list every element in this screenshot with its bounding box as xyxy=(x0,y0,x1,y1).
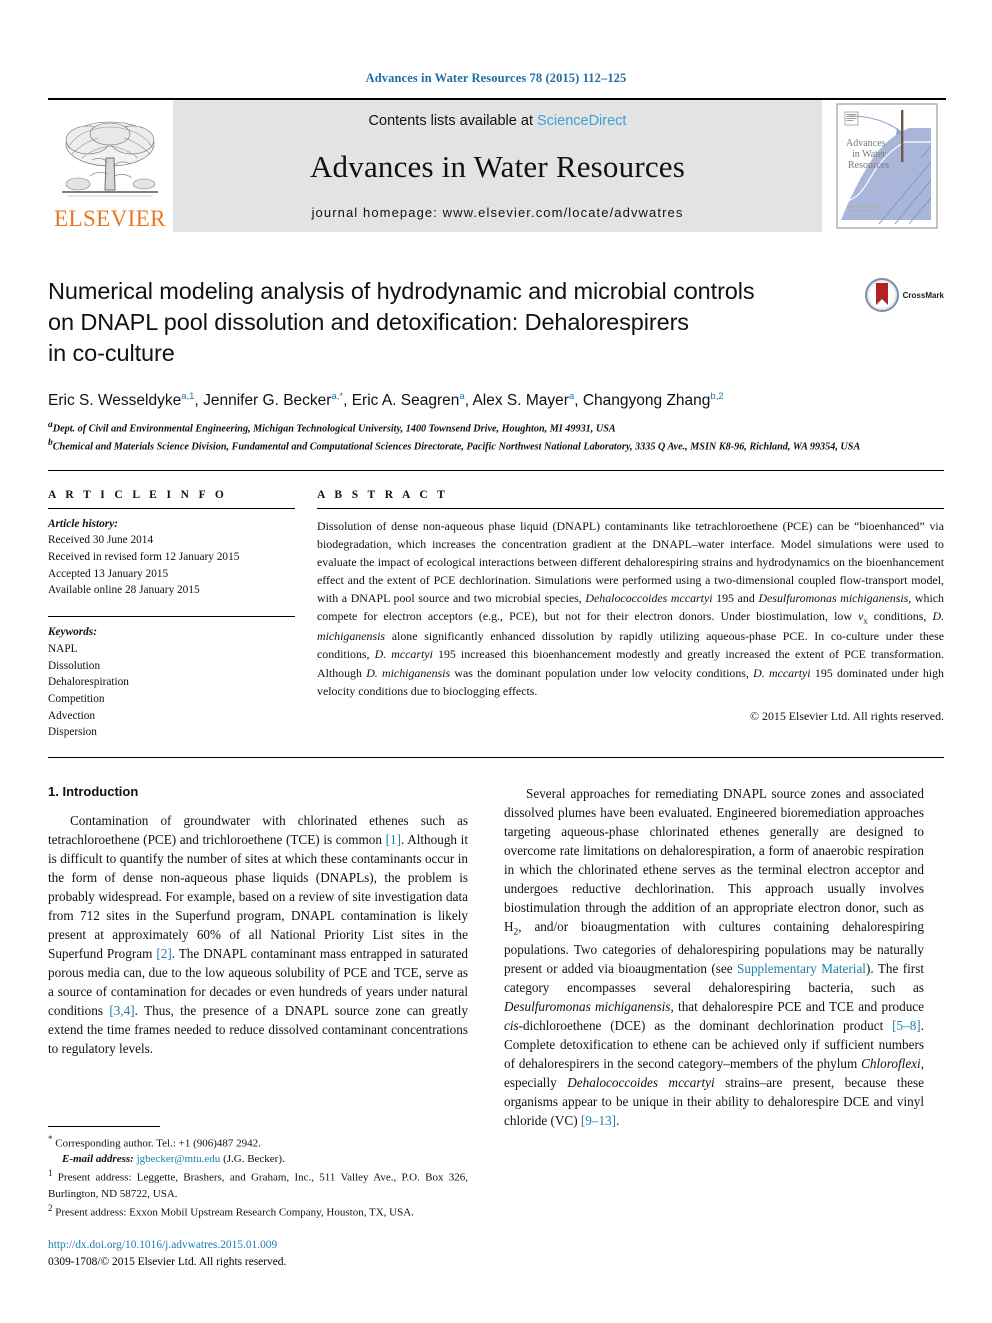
title-block: Numerical modeling analysis of hydrodyna… xyxy=(48,276,944,369)
footnote-divider xyxy=(48,1125,160,1127)
keyword-4: Advection xyxy=(48,709,96,722)
footnote-note-1-text: Present address: Leggette, Brashers, and… xyxy=(48,1171,469,1201)
cover-title-line-2: in Water xyxy=(852,149,886,160)
contents-available-line: Contents lists available at ScienceDirec… xyxy=(369,113,627,129)
author-3-marks: a xyxy=(568,391,575,403)
crossmark-icon xyxy=(864,278,899,312)
footnote-email-suffix: (J.G. Becker). xyxy=(223,1153,285,1166)
doi-link[interactable]: http://dx.doi.org/10.1016/j.advwatres.20… xyxy=(48,1237,468,1254)
elsevier-wordmark: ELSEVIER xyxy=(54,206,166,231)
footnote-block: * Corresponding author. Tel.: +1 (906)48… xyxy=(48,1125,468,1271)
crossmark-badge[interactable]: CrossMark xyxy=(864,278,944,312)
section-heading-introduction: 1. Introduction xyxy=(48,784,139,800)
footnote-note-1: 1 Present address: Leggette, Brashers, a… xyxy=(48,1167,468,1202)
footnote-email: E-mail address: jgbecker@mtu.edu (J.G. B… xyxy=(48,1151,468,1167)
article-info-column: A R T I C L E I N F O Article history: R… xyxy=(48,489,295,742)
article-title-line-1: Numerical modeling analysis of hydrodyna… xyxy=(48,278,755,304)
footnote-mark-2: 2 xyxy=(48,1203,53,1214)
keyword-5: Dispersion xyxy=(48,726,97,739)
journal-homepage-link[interactable]: journal homepage: www.elsevier.com/locat… xyxy=(312,205,684,220)
info-abstract-band: A R T I C L E I N F O Article history: R… xyxy=(48,469,944,742)
footnote-mark-1: 1 xyxy=(48,1168,53,1179)
author-1-name: Jennifer G. Becker xyxy=(203,392,332,410)
band-bottom-rule xyxy=(48,757,944,759)
footnote-email-label: E-mail address: xyxy=(62,1153,134,1166)
keyword-2: Dehalorespiration xyxy=(48,676,129,689)
author-2: Eric A. Seagrena xyxy=(351,391,465,410)
author-2-name: Eric A. Seagren xyxy=(351,392,460,410)
issn-copyright-line: 0309-1708/© 2015 Elsevier Ltd. All right… xyxy=(48,1255,287,1268)
author-3-name: Alex S. Mayer xyxy=(472,392,569,410)
author-4-marks: b,2 xyxy=(710,391,724,403)
article-title-line-2: on DNAPL pool dissolution and detoxifica… xyxy=(48,309,689,336)
footnote-note-2: 2 Present address: Exxon Mobil Upstream … xyxy=(48,1202,468,1221)
abstract-heading: A B S T R A C T xyxy=(317,488,449,501)
article-info-heading: A R T I C L E I N F O xyxy=(48,488,228,501)
paper-page: Advances in Water Resources 78 (2015) 11… xyxy=(0,0,992,1323)
cover-title-line-3: Resources xyxy=(848,160,889,171)
journal-cover-thumbnail: Advances in Water Resources xyxy=(828,100,946,232)
affiliation-a: aDept. of Civil and Environmental Engine… xyxy=(48,419,944,437)
keyword-1: Dissolution xyxy=(48,659,101,672)
abstract-text: Dissolution of dense non-aqueous phase l… xyxy=(317,518,945,698)
author-1-marks: a,* xyxy=(331,391,344,403)
author-3: Alex S. Mayera xyxy=(472,391,575,410)
keywords-block: Keywords: NAPL Dissolution Dehalorespira… xyxy=(48,624,295,741)
article-history-label: Article history: xyxy=(48,517,118,530)
body-column-right: Several approaches for remediating DNAPL… xyxy=(504,784,924,1140)
crossmark-label: CrossMark xyxy=(902,290,944,300)
page-title: Numerical modeling analysis of hydrodyna… xyxy=(48,276,808,369)
abstract-column: A B S T R A C T Dissolution of dense non… xyxy=(317,489,944,742)
author-4: Changyong Zhangb,2 xyxy=(582,391,724,410)
keywords-label: Keywords: xyxy=(48,626,97,639)
history-item-0: Received 30 June 2014 xyxy=(48,534,154,547)
footnote-note-2-text: Present address: Exxon Mobil Upstream Re… xyxy=(55,1206,414,1219)
history-item-1: Received in revised form 12 January 2015 xyxy=(48,550,240,563)
footnote-email-link[interactable]: jgbecker@mtu.edu xyxy=(137,1153,221,1165)
author-4-name: Changyong Zhang xyxy=(582,392,711,410)
affiliation-b: bChemical and Materials Science Division… xyxy=(48,437,944,455)
article-history: Article history: Received 30 June 2014 R… xyxy=(48,516,295,600)
affiliation-a-text: Dept. of Civil and Environmental Enginee… xyxy=(52,423,616,435)
keywords-rule xyxy=(48,616,295,618)
author-0-name: Eric S. Wesseldyke xyxy=(48,392,182,410)
journal-title: Advances in Water Resources xyxy=(309,149,686,184)
author-0-marks: a,1 xyxy=(181,391,195,403)
intro-paragraph-right: Several approaches for remediating DNAPL… xyxy=(504,786,925,1129)
footnote-asterisk-mark: * xyxy=(48,1133,53,1144)
affiliation-b-text: Chemical and Materials Science Division,… xyxy=(52,441,861,453)
elsevier-tree-icon xyxy=(62,121,158,197)
cover-title-line-1: Advances xyxy=(846,138,886,149)
elsevier-logo: ELSEVIER xyxy=(48,100,172,232)
affiliation-list: aDept. of Civil and Environmental Engine… xyxy=(48,419,944,455)
abstract-copyright: © 2015 Elsevier Ltd. All rights reserved… xyxy=(750,708,944,723)
keyword-0: NAPL xyxy=(48,642,78,655)
contents-prefix-text: Contents lists available at xyxy=(368,113,537,129)
masthead-center-panel: Contents lists available at ScienceDirec… xyxy=(172,100,822,232)
body-columns: 1. Introduction Contamination of groundw… xyxy=(48,784,944,1140)
journal-cover-image: Advances in Water Resources xyxy=(836,103,938,229)
history-item-3: Available online 28 January 2015 xyxy=(48,584,200,597)
author-0: Eric S. Wesseldykea,1 xyxy=(48,391,195,410)
abstract-rule xyxy=(317,507,944,509)
history-item-2: Accepted 13 January 2015 xyxy=(48,567,169,580)
intro-paragraph-left: Contamination of groundwater with chlori… xyxy=(48,813,469,1057)
sciencedirect-link[interactable]: ScienceDirect xyxy=(537,113,626,129)
article-title-line-3: in co-culture xyxy=(48,340,175,367)
author-2-marks: a xyxy=(459,391,465,403)
author-1: Jennifer G. Beckera,* xyxy=(203,391,344,410)
doi-block: http://dx.doi.org/10.1016/j.advwatres.20… xyxy=(48,1237,468,1271)
journal-masthead: ELSEVIER Contents lists available at Sci… xyxy=(48,98,946,232)
author-list: Eric S. Wesseldykea,1, Jennifer G. Becke… xyxy=(48,391,724,410)
footnote-corresponding: * Corresponding author. Tel.: +1 (906)48… xyxy=(48,1133,468,1152)
footnote-corresponding-text: Corresponding author. Tel.: +1 (906)487 … xyxy=(55,1137,261,1150)
journal-reference-line: Advances in Water Resources 78 (2015) 11… xyxy=(365,71,627,85)
article-info-rule xyxy=(48,507,295,509)
body-column-left: 1. Introduction Contamination of groundw… xyxy=(48,784,468,1140)
keyword-3: Competition xyxy=(48,693,105,706)
